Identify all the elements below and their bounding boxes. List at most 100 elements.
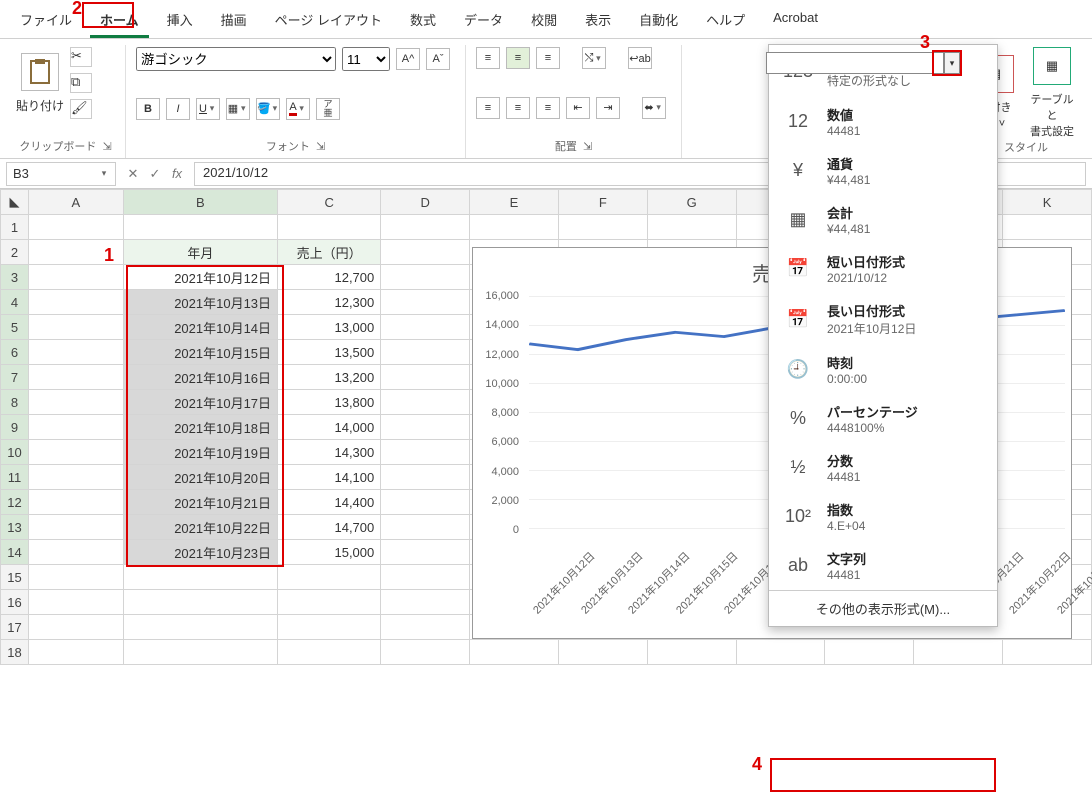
number-format-option-6[interactable]: 🕘時刻0:00:00 (769, 345, 997, 394)
cell[interactable]: 14,000 (278, 415, 381, 440)
cell[interactable]: 13,500 (278, 340, 381, 365)
cell[interactable]: 売上（円） (278, 240, 381, 265)
fill-color-button[interactable]: 🪣▾ (256, 98, 280, 120)
cell[interactable] (29, 290, 124, 315)
row-header[interactable]: 2 (1, 240, 29, 265)
cell[interactable] (736, 640, 825, 665)
cell[interactable] (647, 640, 736, 665)
row-header[interactable]: 4 (1, 290, 29, 315)
cell[interactable]: 14,300 (278, 440, 381, 465)
cell[interactable] (825, 640, 914, 665)
cell[interactable] (29, 390, 124, 415)
increase-indent-button[interactable]: ⇥ (596, 97, 620, 119)
cell[interactable]: 13,800 (278, 390, 381, 415)
cell[interactable]: 15,000 (278, 540, 381, 565)
copy-button[interactable]: ⧉ (70, 73, 92, 93)
align-top-button[interactable]: ≡ (476, 47, 500, 69)
cell[interactable]: 14,700 (278, 515, 381, 540)
align-bottom-button[interactable]: ≡ (536, 47, 560, 69)
cell[interactable] (381, 365, 470, 390)
align-left-button[interactable]: ≡ (476, 97, 500, 119)
bold-button[interactable]: B (136, 98, 160, 120)
cancel-formula-button[interactable]: ✕ (122, 166, 144, 182)
cell[interactable] (381, 240, 470, 265)
number-format-option-7[interactable]: %パーセンテージ4448100% (769, 394, 997, 443)
decrease-font-button[interactable]: Aˇ (426, 48, 450, 70)
col-header-C[interactable]: C (278, 190, 381, 215)
tab-data[interactable]: データ (454, 4, 513, 38)
cell[interactable] (123, 215, 277, 240)
paste-button[interactable] (21, 53, 59, 91)
number-format-dropdown-button[interactable]: ▾ (944, 52, 960, 74)
fx-button[interactable]: fx (166, 166, 188, 181)
cell[interactable] (29, 265, 124, 290)
row-header[interactable]: 7 (1, 365, 29, 390)
cell[interactable] (29, 515, 124, 540)
cell[interactable]: 2021年10月12日 (123, 265, 277, 290)
number-format-option-10[interactable]: ab文字列44481 (769, 541, 997, 590)
cell[interactable]: 14,100 (278, 465, 381, 490)
cell[interactable] (381, 315, 470, 340)
number-format-option-4[interactable]: 📅短い日付形式2021/10/12 (769, 244, 997, 293)
row-header[interactable]: 11 (1, 465, 29, 490)
col-header-F[interactable]: F (558, 190, 647, 215)
cut-button[interactable]: ✂ (70, 47, 92, 67)
orientation-button[interactable]: ⤭▾ (582, 47, 606, 69)
col-header-K[interactable]: K (1003, 190, 1092, 215)
cell[interactable] (381, 465, 470, 490)
tab-formulas[interactable]: 数式 (400, 4, 446, 38)
cell[interactable] (470, 640, 559, 665)
tab-home[interactable]: ホーム (90, 4, 149, 38)
align-center-button[interactable]: ≡ (506, 97, 530, 119)
cell[interactable] (29, 615, 124, 640)
cell[interactable] (278, 215, 381, 240)
cell[interactable]: 13,200 (278, 365, 381, 390)
col-header-A[interactable]: A (29, 190, 124, 215)
cell[interactable] (123, 615, 277, 640)
cell[interactable] (29, 540, 124, 565)
select-all-cell[interactable]: ◣ (1, 190, 29, 215)
merge-cells-button[interactable]: ⬌▾ (642, 97, 666, 119)
accept-formula-button[interactable]: ✓ (144, 166, 166, 182)
phonetic-guide-button[interactable]: ア 亜 (316, 98, 340, 120)
cell[interactable]: 2021年10月23日 (123, 540, 277, 565)
tab-automate[interactable]: 自動化 (629, 4, 688, 38)
cell[interactable]: 2021年10月20日 (123, 465, 277, 490)
cell[interactable] (381, 590, 470, 615)
border-button[interactable]: ▦▾ (226, 98, 250, 120)
cell[interactable] (29, 565, 124, 590)
row-header[interactable]: 5 (1, 315, 29, 340)
increase-font-button[interactable]: A^ (396, 48, 420, 70)
font-size-select[interactable]: 11 (342, 47, 390, 71)
cell[interactable]: 2021年10月18日 (123, 415, 277, 440)
cell[interactable]: 2021年10月16日 (123, 365, 277, 390)
row-header[interactable]: 12 (1, 490, 29, 515)
decrease-indent-button[interactable]: ⇤ (566, 97, 590, 119)
cell[interactable] (381, 340, 470, 365)
col-header-E[interactable]: E (470, 190, 559, 215)
cell[interactable] (29, 415, 124, 440)
col-header-G[interactable]: G (647, 190, 736, 215)
cell[interactable] (381, 290, 470, 315)
col-header-B[interactable]: B (123, 190, 277, 215)
row-header[interactable]: 1 (1, 215, 29, 240)
number-format-more-option[interactable]: その他の表示形式(M)... (769, 590, 997, 626)
cell[interactable] (29, 365, 124, 390)
format-as-table-button[interactable]: ▦ (1033, 47, 1071, 85)
name-box[interactable]: B3▾ (6, 162, 116, 186)
cell[interactable] (558, 640, 647, 665)
cell[interactable]: 12,700 (278, 265, 381, 290)
cell[interactable] (647, 215, 736, 240)
tab-view[interactable]: 表示 (575, 4, 621, 38)
cell[interactable] (381, 440, 470, 465)
cell[interactable]: 2021年10月17日 (123, 390, 277, 415)
format-painter-button[interactable]: 🖌 (70, 99, 92, 119)
cell[interactable] (558, 215, 647, 240)
cell[interactable] (381, 540, 470, 565)
cell[interactable] (278, 615, 381, 640)
cell[interactable]: 年月 (123, 240, 277, 265)
cell[interactable] (278, 565, 381, 590)
cell[interactable] (381, 415, 470, 440)
cell[interactable] (381, 515, 470, 540)
row-header[interactable]: 6 (1, 340, 29, 365)
